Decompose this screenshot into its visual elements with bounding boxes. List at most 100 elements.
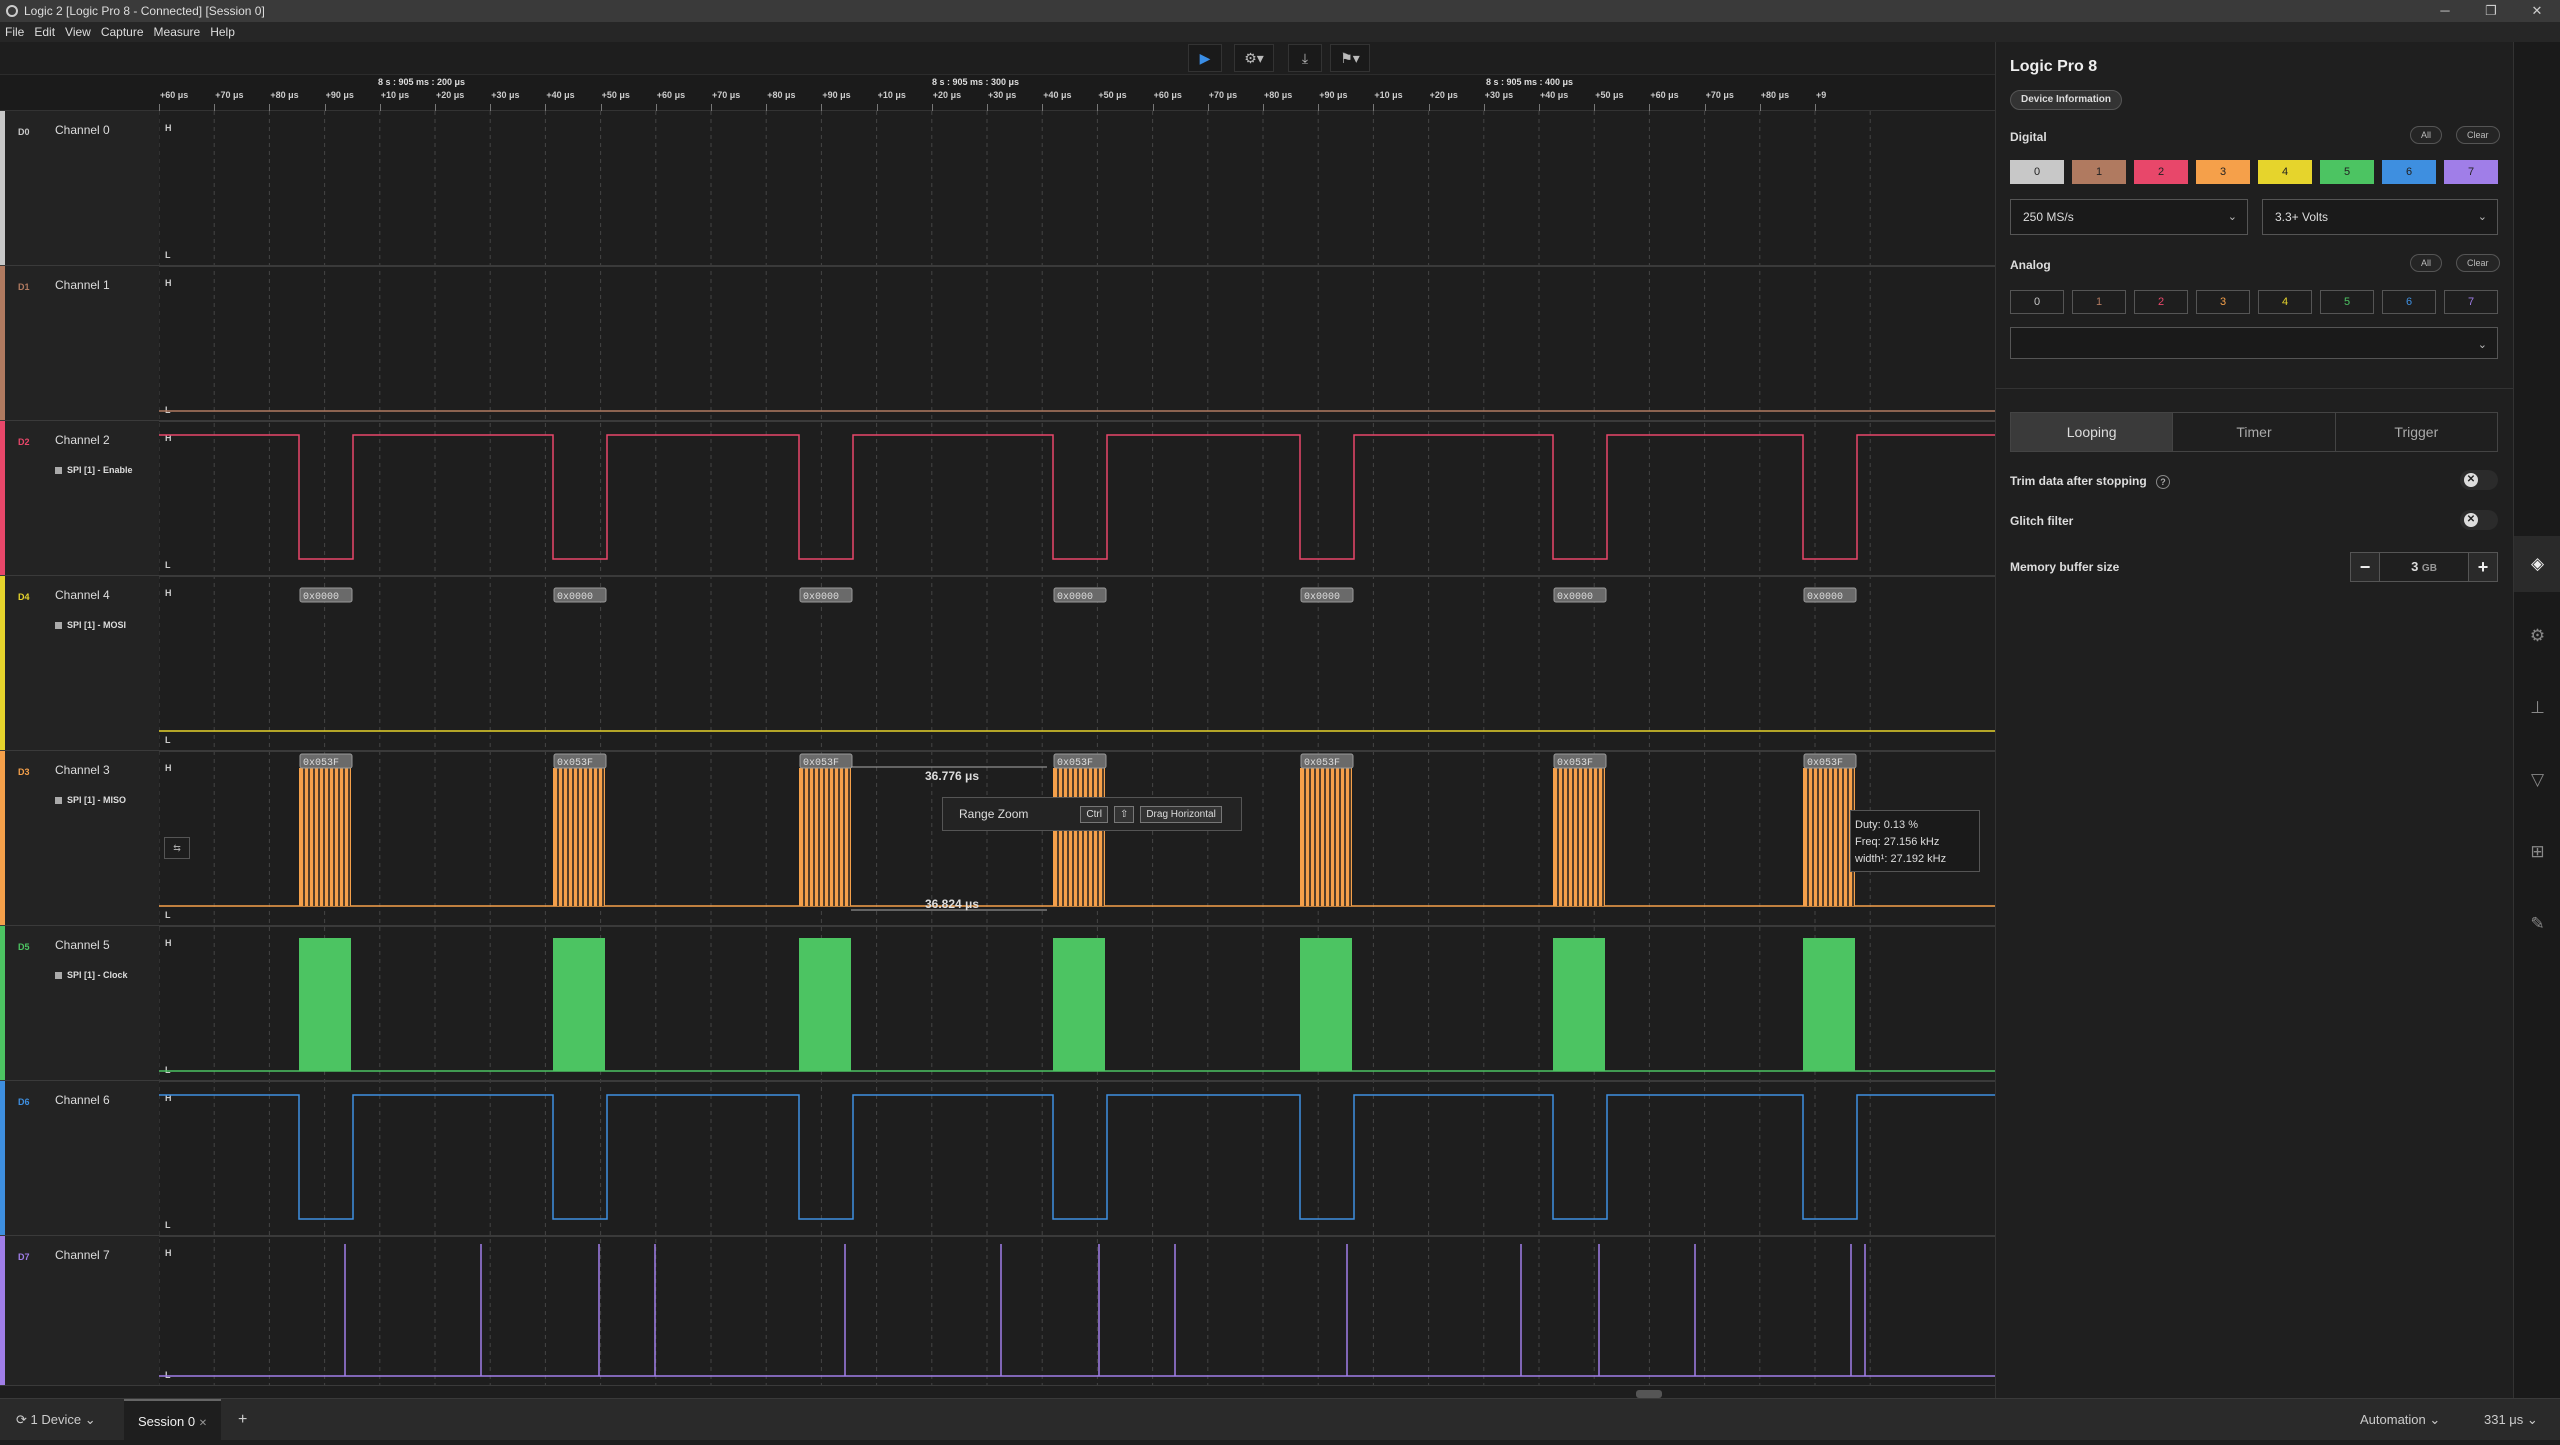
analog-channel-3[interactable]: 3 — [2196, 290, 2250, 314]
time-readout[interactable]: 331 μs ⌄ — [2484, 1399, 2538, 1441]
tab-looping[interactable]: Looping — [2011, 413, 2174, 451]
sidebar-notes[interactable]: ✎ — [2514, 896, 2560, 952]
close-icon[interactable]: ✕ — [199, 1418, 207, 1429]
device-information-button[interactable]: Device Information — [2010, 90, 2123, 110]
glitch-filter-toggle[interactable]: ✕ — [2460, 510, 2498, 530]
tooltip-key-shift: ⇧ — [1113, 805, 1135, 823]
sidebar-measurements[interactable]: ⊥ — [2514, 680, 2560, 736]
channel-name[interactable]: Channel 7 — [55, 1248, 110, 1262]
digital-all-button[interactable]: All — [2410, 126, 2443, 144]
trim-data-row: Trim data after stopping ? ✕ — [2010, 470, 2498, 490]
sidebar-analyzers[interactable]: ⚙ — [2514, 608, 2560, 664]
device-selector[interactable]: ⟳ 1 Device ⌄ — [16, 1399, 96, 1441]
channel-row-d2[interactable]: D2 Channel 2 SPI [1] - Enable — [0, 421, 159, 576]
maximize-button[interactable]: ❐ — [2468, 0, 2514, 22]
start-capture-button[interactable]: ▶ — [1188, 44, 1222, 72]
channel-name[interactable]: Channel 4 — [55, 588, 110, 602]
ruler-tick — [435, 104, 436, 111]
digital-channel-6[interactable]: 6 — [2382, 160, 2436, 184]
miso-burst — [299, 768, 351, 906]
analog-channel-7[interactable]: 7 — [2444, 290, 2498, 314]
ruler-tick — [1152, 104, 1154, 111]
channel-name[interactable]: Channel 6 — [55, 1093, 110, 1107]
sidebar-device-settings[interactable]: ◈ — [2514, 536, 2560, 592]
sample-rate-select[interactable]: 250 MS/s ⌄ — [2010, 199, 2248, 235]
digital-clear-button[interactable]: Clear — [2456, 126, 2500, 144]
analog-rate-select[interactable]: ⌄ — [2010, 327, 2498, 359]
high-label: H — [165, 938, 172, 948]
clock-burst — [1803, 938, 1855, 1071]
channel-name[interactable]: Channel 5 — [55, 938, 110, 952]
automation-button[interactable]: Automation ⌄ — [2360, 1399, 2440, 1441]
analog-channel-4[interactable]: 4 — [2258, 290, 2312, 314]
waveform-area[interactable]: HLHLHLHLHLHLHLHL0x00000x053F0x00000x053F… — [159, 111, 1995, 1386]
analog-clear-button[interactable]: Clear — [2456, 254, 2500, 272]
analog-channel-0[interactable]: 0 — [2010, 290, 2064, 314]
decrement-button[interactable]: − — [2350, 552, 2380, 582]
minimize-button[interactable]: ─ — [2422, 0, 2468, 22]
channel-row-d3[interactable]: D3 Channel 3 SPI [1] - MISO — [0, 751, 159, 926]
channel-name[interactable]: Channel 0 — [55, 123, 110, 137]
channel-row-d4[interactable]: D4 Channel 4 SPI [1] - MOSI — [0, 576, 159, 751]
increment-button[interactable]: + — [2468, 552, 2498, 582]
export-button[interactable]: ⤓ — [1288, 44, 1322, 72]
digital-channel-2[interactable]: 2 — [2134, 160, 2188, 184]
ruler-tick-label: +9 — [1816, 90, 1827, 100]
help-icon[interactable]: ? — [2156, 475, 2171, 489]
channel-id: D3 — [18, 767, 30, 777]
memory-buffer-row: Memory buffer size − 3 GB + — [2010, 552, 2498, 582]
ruler-tick-label: +80 μs — [1264, 90, 1293, 100]
analog-channel-5[interactable]: 5 — [2320, 290, 2374, 314]
channel-name[interactable]: Channel 1 — [55, 278, 110, 292]
tab-trigger[interactable]: Trigger — [2336, 413, 2497, 451]
decoded-value: 0x053F — [557, 758, 593, 769]
capture-settings-button[interactable]: ⚙▾ — [1234, 44, 1274, 72]
menu-capture[interactable]: Capture — [96, 25, 149, 39]
channel-row-d6[interactable]: D6 Channel 6 — [0, 1081, 159, 1236]
voltage-select[interactable]: 3.3+ Volts ⌄ — [2262, 199, 2498, 235]
digital-channel-4[interactable]: 4 — [2258, 160, 2312, 184]
analog-channel-2[interactable]: 2 — [2134, 290, 2188, 314]
analog-channel-1[interactable]: 1 — [2072, 290, 2126, 314]
digital-channel-5[interactable]: 5 — [2320, 160, 2374, 184]
menu-measure[interactable]: Measure — [149, 25, 206, 39]
tab-timer[interactable]: Timer — [2173, 413, 2336, 451]
menu-view[interactable]: View — [60, 25, 96, 39]
horizontal-scrollbar[interactable] — [1636, 1390, 1662, 1398]
channel-row-d5[interactable]: D5 Channel 5 SPI [1] - Clock — [0, 926, 159, 1081]
channel-row-d7[interactable]: D7 Channel 7 — [0, 1236, 159, 1386]
add-session-button[interactable]: + — [238, 1399, 247, 1441]
sidebar-extensions[interactable]: ⊞ — [2514, 824, 2560, 880]
menu-file[interactable]: File — [0, 25, 29, 39]
digital-channel-3[interactable]: 3 — [2196, 160, 2250, 184]
digital-channel-7[interactable]: 7 — [2444, 160, 2498, 184]
memory-buffer-input[interactable]: 3 GB — [2380, 552, 2468, 582]
channel-row-d0[interactable]: D0 Channel 0 — [0, 111, 159, 266]
analog-all-button[interactable]: All — [2410, 254, 2443, 272]
ruler-tick-label: +70 μs — [215, 90, 244, 100]
trim-data-toggle[interactable]: ✕ — [2460, 470, 2498, 490]
time-ruler[interactable]: 8 s : 905 ms : 200 μs 8 s : 905 ms : 300 … — [0, 75, 1995, 111]
analog-channel-6[interactable]: 6 — [2382, 290, 2436, 314]
channel-color-bar — [0, 576, 5, 750]
ruler-tick-label: +60 μs — [160, 90, 189, 100]
session-tab[interactable]: Session 0 ✕ — [124, 1399, 222, 1441]
ruler-tick-label: +50 μs — [1098, 90, 1127, 100]
channel-row-d1[interactable]: D1 Channel 1 — [0, 266, 159, 421]
glitch-filter-row: Glitch filter ✕ — [2010, 510, 2498, 530]
digital-channel-1[interactable]: 1 — [2072, 160, 2126, 184]
marker-button[interactable]: ⚑▾ — [1330, 44, 1370, 72]
status-bar: ⟳ 1 Device ⌄ Session 0 ✕ + Automation ⌄ … — [0, 1398, 2560, 1441]
sidebar-timing-markers[interactable]: ▽ — [2514, 752, 2560, 808]
low-label: L — [165, 1220, 171, 1230]
ruler-tick — [711, 104, 712, 111]
memory-buffer-label: Memory buffer size — [2010, 560, 2120, 574]
decoded-value: 0x053F — [1057, 758, 1093, 769]
menu-edit[interactable]: Edit — [29, 25, 60, 39]
decoded-value: 0x0000 — [803, 592, 839, 603]
digital-channel-0[interactable]: 0 — [2010, 160, 2064, 184]
channel-name[interactable]: Channel 3 — [55, 763, 110, 777]
close-button[interactable]: ✕ — [2514, 0, 2560, 22]
menu-help[interactable]: Help — [205, 25, 240, 39]
channel-name[interactable]: Channel 2 — [55, 433, 110, 447]
